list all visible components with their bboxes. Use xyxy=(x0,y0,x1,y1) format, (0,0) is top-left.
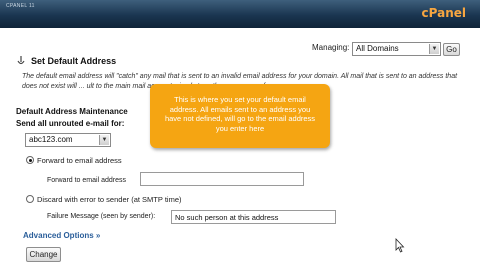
discard-option-label[interactable]: Discard with error to sender (at SMTP ti… xyxy=(37,195,182,204)
discard-radio[interactable] xyxy=(26,195,34,203)
domain-selected-value: abc123.com xyxy=(29,135,73,144)
change-button[interactable]: Change xyxy=(26,247,61,262)
failure-message-input[interactable] xyxy=(171,210,336,224)
domain-select[interactable]: abc123.com ▼ xyxy=(25,133,111,147)
managing-label: Managing: xyxy=(312,43,350,52)
forward-radio[interactable] xyxy=(26,156,34,164)
maintenance-heading: Default Address Maintenance xyxy=(16,107,128,116)
send-all-label: Send all unrouted e-mail for: xyxy=(16,119,125,128)
cpanel-logo: cPanel xyxy=(421,6,466,20)
failure-message-label: Failure Message (seen by sender): xyxy=(47,213,156,220)
go-button[interactable]: Go xyxy=(443,43,460,56)
header-breadcrumb: CPANEL 11 xyxy=(6,3,35,9)
tutorial-callout: This is where you set your default email… xyxy=(150,84,330,148)
mouse-pointer-icon xyxy=(395,238,405,253)
forward-field-label: Forward to email address xyxy=(47,177,126,184)
mail-icon xyxy=(17,56,25,65)
managing-domain-select[interactable]: All Domains ▼ xyxy=(352,42,441,56)
forward-email-input[interactable] xyxy=(140,172,304,186)
chevron-down-icon: ▼ xyxy=(99,135,109,145)
cpanel-header: CPANEL 11 cPanel xyxy=(0,0,480,28)
chevron-down-icon: ▼ xyxy=(429,44,439,54)
page-title: Set Default Address xyxy=(31,56,117,66)
forward-option-label[interactable]: Forward to email address xyxy=(37,156,122,165)
advanced-options-link[interactable]: Advanced Options » xyxy=(23,231,100,240)
managing-selected-value: All Domains xyxy=(356,44,399,53)
